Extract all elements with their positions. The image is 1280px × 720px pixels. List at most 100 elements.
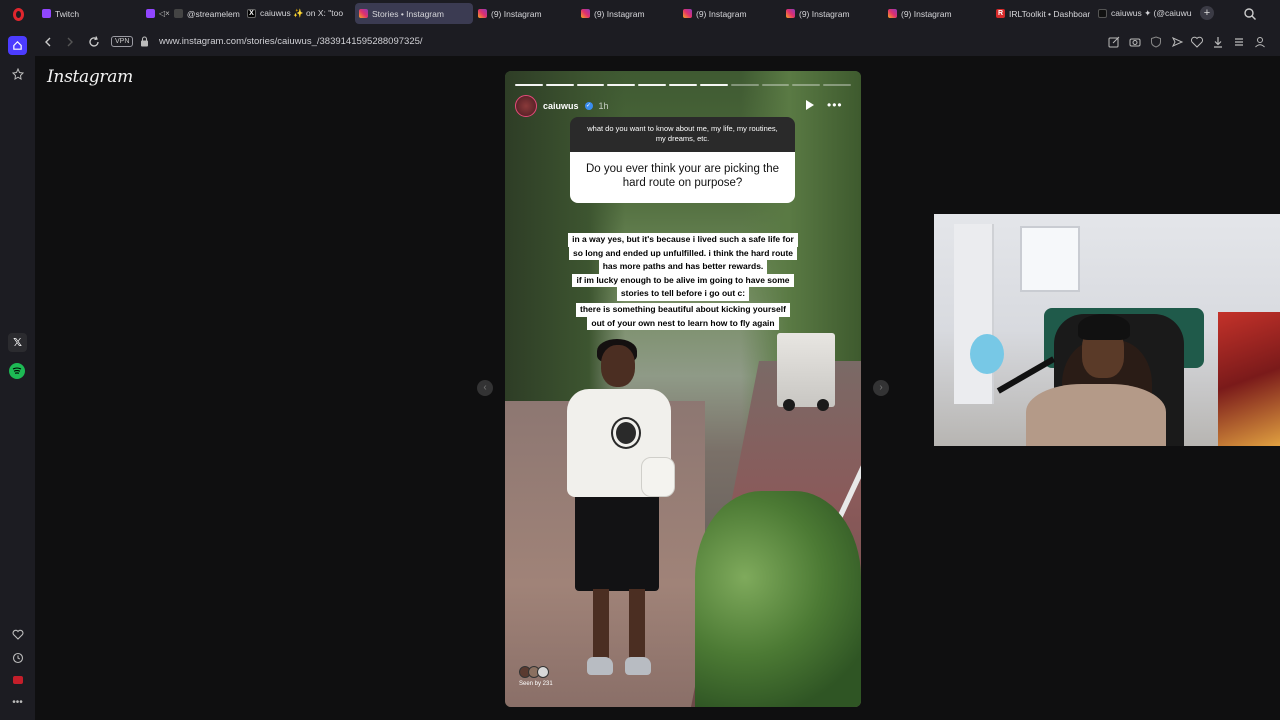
answer-caption: there is something beautiful about kicki…: [505, 303, 861, 330]
webcam-plush-toy: [970, 334, 1004, 374]
reload-icon[interactable]: [87, 35, 101, 49]
story-photo-person: [553, 339, 693, 699]
tab-label: Twitch: [55, 8, 80, 19]
speed-dial-button[interactable]: [8, 64, 27, 83]
play-icon[interactable]: [806, 100, 814, 110]
tab-instagram[interactable]: (9) Instagram: [782, 3, 882, 24]
previous-story-button[interactable]: ‹: [477, 380, 493, 396]
tiktok-icon: [1098, 9, 1107, 18]
instagram-icon: [359, 9, 368, 18]
caption-line: stories to tell before i go out c:: [616, 287, 750, 301]
send-icon[interactable]: [1170, 35, 1184, 49]
next-story-button[interactable]: ›: [873, 380, 889, 396]
webcam-streamer-beanie: [1078, 314, 1130, 340]
instagram-icon: [888, 9, 897, 18]
tab-instagram[interactable]: (9) Instagram: [577, 3, 677, 24]
tab-instagram[interactable]: (9) Instagram: [474, 3, 574, 24]
x-icon: 𝕏: [13, 337, 22, 349]
twitch-icon: [42, 9, 51, 18]
answer-caption: in a way yes, but it's because i lived s…: [505, 233, 861, 301]
instagram-logo[interactable]: Instagram: [47, 67, 133, 87]
history-button[interactable]: [8, 648, 27, 667]
camera-icon[interactable]: [1128, 35, 1142, 49]
streamelements-icon: [173, 9, 183, 18]
tab-irltoolkit[interactable]: R IRLToolkit • Dashboard: [992, 3, 1090, 24]
question-text: Do you ever think your are picking the h…: [570, 152, 795, 203]
tab-tiktok[interactable]: caiuwus ✦ (@caiuwus: [1094, 3, 1192, 24]
home-button[interactable]: [8, 36, 27, 55]
progress-segment: [669, 84, 697, 86]
story-username[interactable]: caiuwus: [543, 101, 579, 111]
person-bag: [641, 457, 675, 497]
forward-arrow-icon[interactable]: [63, 35, 77, 49]
progress-segment: [638, 84, 667, 86]
progress-segment: [545, 84, 574, 86]
story-viewer[interactable]: caiuwus ✓ 1h ••• what do you want to kno…: [505, 71, 861, 707]
seen-by[interactable]: Seen by 231: [519, 666, 553, 687]
webcam-window: [1020, 226, 1080, 292]
heart-icon: [12, 629, 23, 640]
more-options-icon[interactable]: •••: [8, 693, 27, 712]
spotify-icon: [12, 367, 22, 374]
tab-label: caiuwus ✨ on X: "too: [260, 8, 343, 18]
progress-segment: [699, 84, 728, 86]
tab-label: (9) Instagram: [594, 8, 645, 19]
caption-line: if im lucky enough to be alive im going …: [572, 273, 794, 287]
lock-icon[interactable]: [140, 36, 149, 47]
back-arrow-icon[interactable]: [41, 35, 55, 49]
tab-twitch[interactable]: Twitch: [38, 3, 138, 24]
more-options-icon[interactable]: •••: [827, 99, 843, 111]
favorites-button[interactable]: [8, 625, 27, 644]
tab-label: caiuwus ✦ (@caiuwus: [1111, 8, 1192, 18]
tab-streamelements[interactable]: ◁× @streamelem: [142, 3, 242, 24]
instagram-icon: [581, 9, 590, 18]
easy-setup-icon[interactable]: [1232, 35, 1246, 49]
opera-menu-button[interactable]: [0, 0, 36, 28]
home-icon: [13, 40, 22, 50]
tab-label: (9) Instagram: [696, 8, 747, 19]
avatar[interactable]: [515, 95, 537, 117]
profile-icon[interactable]: [1253, 35, 1267, 49]
edit-icon[interactable]: [1107, 35, 1121, 49]
new-tab-button[interactable]: +: [1200, 6, 1214, 20]
tab-label: (9) Instagram: [901, 8, 952, 19]
person-leg: [629, 589, 645, 659]
person-shoe: [587, 657, 613, 675]
browser-sidebar: 𝕏 •••: [0, 28, 35, 720]
vpn-badge[interactable]: VPN: [111, 36, 134, 47]
shield-icon[interactable]: [1149, 35, 1163, 49]
heart-icon[interactable]: [1190, 35, 1204, 49]
seen-by-label: Seen by 231: [519, 681, 553, 687]
progress-segment: [823, 84, 851, 86]
twitch-icon: [146, 9, 155, 18]
question-prompt: what do you want to know about me, my li…: [570, 117, 795, 152]
tab-stories-instagram[interactable]: Stories • Instagram: [355, 3, 473, 24]
tab-instagram[interactable]: (9) Instagram: [884, 3, 984, 24]
search-tabs-icon[interactable]: [1243, 7, 1257, 21]
story-header: caiuwus ✓ 1h: [515, 95, 609, 117]
tab-label: IRLToolkit • Dashboard: [1009, 8, 1090, 19]
download-icon[interactable]: [1211, 35, 1225, 49]
caption-line: so long and ended up unfulfilled. i thin…: [568, 246, 798, 260]
irltoolkit-icon: R: [996, 9, 1005, 18]
person-head: [601, 345, 635, 387]
caption-line: there is something beautiful about kicki…: [576, 303, 790, 317]
instagram-icon: [786, 9, 795, 18]
sidebar-x-button[interactable]: 𝕏: [8, 333, 27, 352]
url-field[interactable]: www.instagram.com/stories/caiuwus_/38391…: [159, 36, 423, 47]
address-bar: VPN www.instagram.com/stories/caiuwus_/3…: [35, 28, 1280, 56]
tab-instagram[interactable]: (9) Instagram: [679, 3, 779, 24]
star-icon: [11, 67, 24, 80]
mute-icon: ◁×: [159, 9, 170, 18]
tab-label: @streamelem: [186, 8, 240, 19]
viewer-avatar: [537, 666, 549, 678]
extension-ublock-icon[interactable]: [13, 676, 23, 684]
sidebar-spotify-button[interactable]: [9, 363, 25, 379]
caption-line: out of your own nest to learn how to fly…: [587, 316, 779, 330]
progress-segment: [515, 84, 543, 86]
person-shoe: [625, 657, 651, 675]
caption-line: in a way yes, but it's because i lived s…: [568, 233, 798, 247]
progress-segment: [761, 84, 790, 86]
tab-x-post[interactable]: X caiuwus ✨ on X: "too: [243, 3, 343, 24]
story-photo-truck: [777, 333, 835, 411]
